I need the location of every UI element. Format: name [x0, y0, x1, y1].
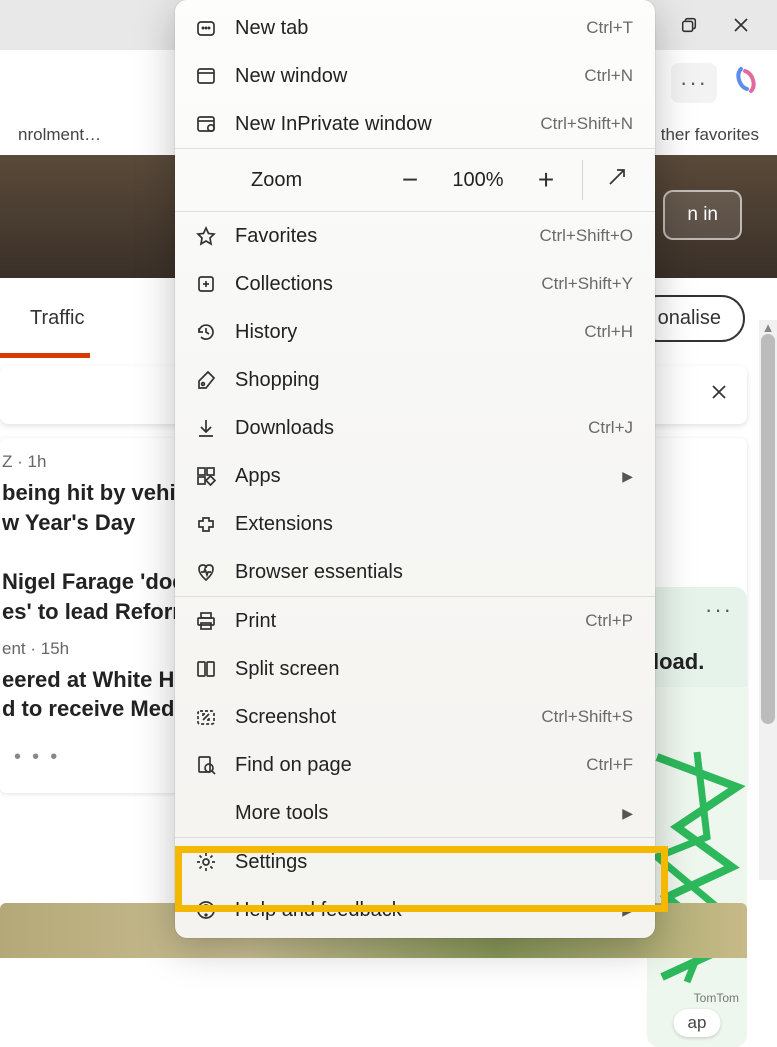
- help-icon: [195, 899, 217, 921]
- downloads-icon: [195, 417, 217, 439]
- menu-apps[interactable]: Apps ▶: [175, 452, 655, 500]
- menu-downloads[interactable]: Downloads Ctrl+J: [175, 404, 655, 452]
- side-card-title: load.: [647, 623, 747, 675]
- menu-split-screen[interactable]: Split screen: [175, 645, 655, 693]
- card-more-button[interactable]: ···: [647, 587, 747, 623]
- menu-settings[interactable]: Settings: [175, 838, 655, 886]
- copilot-icon[interactable]: [731, 65, 761, 100]
- traffic-side-card[interactable]: ··· load. TomTom ap: [647, 587, 747, 1047]
- chevron-right-icon: ▶: [622, 902, 633, 919]
- print-icon: [195, 610, 217, 632]
- menu-history[interactable]: History Ctrl+H: [175, 308, 655, 356]
- menu-favorites[interactable]: Favorites Ctrl+Shift+O: [175, 212, 655, 260]
- screenshot-icon: [195, 706, 217, 728]
- pulse-icon: [195, 561, 217, 583]
- map-attribution: TomTom: [694, 991, 739, 1005]
- inprivate-icon: [195, 113, 217, 135]
- new-window-icon: [195, 65, 217, 87]
- find-icon: [195, 754, 217, 776]
- apps-icon: [195, 465, 217, 487]
- menu-screenshot[interactable]: Screenshot Ctrl+Shift+S: [175, 693, 655, 741]
- new-tab-icon: [195, 17, 217, 39]
- zoom-out-button[interactable]: −: [390, 164, 430, 196]
- vertical-scrollbar[interactable]: ▲: [759, 320, 777, 880]
- menu-more-tools[interactable]: More tools ▶: [175, 789, 655, 837]
- chevron-right-icon: ▶: [622, 468, 633, 485]
- extensions-icon: [195, 513, 217, 535]
- menu-help-and-feedback[interactable]: Help and feedback ▶: [175, 886, 655, 934]
- window-restore-button[interactable]: [678, 14, 700, 36]
- menu-print[interactable]: Print Ctrl+P: [175, 597, 655, 645]
- chevron-right-icon: ▶: [622, 805, 633, 822]
- menu-collections[interactable]: Collections Ctrl+Shift+Y: [175, 260, 655, 308]
- scroll-thumb[interactable]: [761, 334, 775, 724]
- menu-browser-essentials[interactable]: Browser essentials: [175, 548, 655, 596]
- favorites-bar-item[interactable]: nrolment…: [18, 125, 101, 145]
- tab-traffic[interactable]: Traffic: [30, 307, 84, 330]
- window-close-button[interactable]: [730, 14, 752, 36]
- other-favorites-button[interactable]: ther favorites: [661, 125, 759, 145]
- menu-inprivate[interactable]: New InPrivate window Ctrl+Shift+N: [175, 100, 655, 148]
- shopping-icon: [195, 369, 217, 391]
- split-screen-icon: [195, 658, 217, 680]
- menu-new-tab[interactable]: New tab Ctrl+T: [175, 4, 655, 52]
- close-icon[interactable]: [709, 382, 729, 408]
- settings-and-more-menu: New tab Ctrl+T New window Ctrl+N New InP…: [175, 0, 655, 938]
- history-icon: [195, 321, 217, 343]
- zoom-in-button[interactable]: +: [526, 164, 566, 196]
- fullscreen-button[interactable]: [599, 166, 635, 194]
- scroll-up-arrow[interactable]: ▲: [759, 320, 777, 334]
- map-thumbnail[interactable]: TomTom ap: [647, 687, 747, 1047]
- menu-zoom: Zoom − 100% +: [175, 149, 655, 211]
- sign-in-button[interactable]: n in: [663, 190, 742, 240]
- star-icon: [195, 225, 217, 247]
- menu-new-window[interactable]: New window Ctrl+N: [175, 52, 655, 100]
- gear-icon: [195, 851, 217, 873]
- collections-icon: [195, 273, 217, 295]
- settings-and-more-button[interactable]: ···: [671, 63, 717, 103]
- menu-find-on-page[interactable]: Find on page Ctrl+F: [175, 741, 655, 789]
- zoom-value: 100%: [446, 169, 510, 192]
- menu-shopping[interactable]: Shopping: [175, 356, 655, 404]
- menu-extensions[interactable]: Extensions: [175, 500, 655, 548]
- active-tab-indicator: [0, 353, 90, 358]
- map-expand-pill[interactable]: ap: [674, 1009, 721, 1037]
